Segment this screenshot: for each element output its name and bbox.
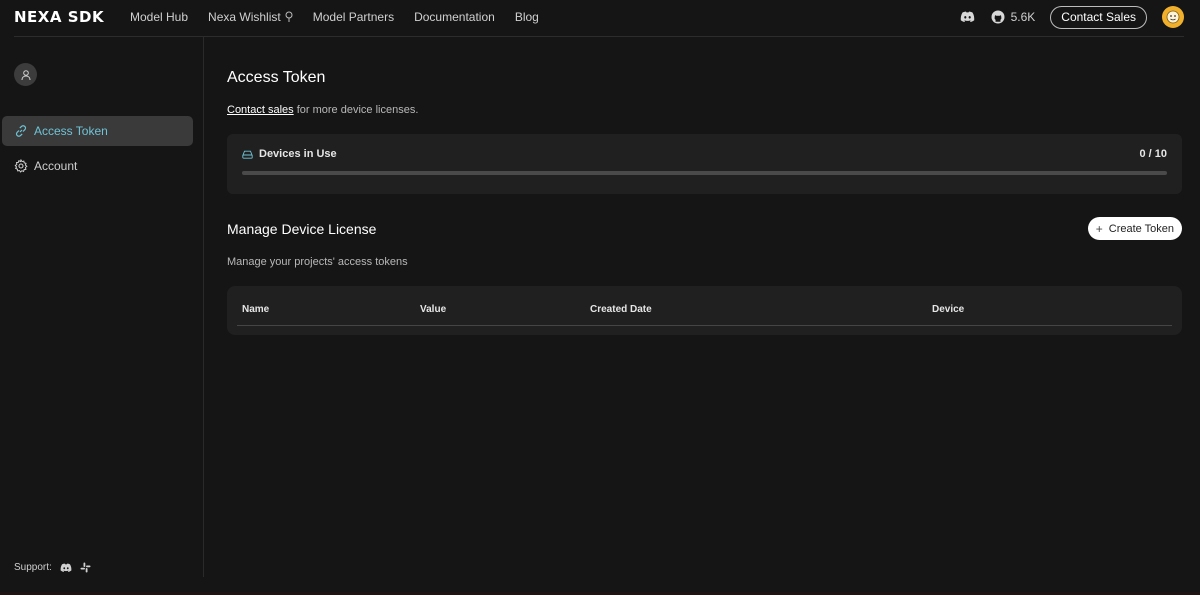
manage-device-license-title: Manage Device License — [227, 221, 377, 237]
sidebar-item-account[interactable]: Account — [2, 151, 193, 181]
nav-model-hub[interactable]: Model Hub — [130, 9, 188, 25]
support-discord-icon[interactable] — [60, 563, 72, 573]
main-nav: Model Hub Nexa Wishlist Model Partners D… — [130, 9, 559, 25]
nav-model-partners[interactable]: Model Partners — [313, 9, 394, 25]
tokens-table: Name Value Created Date Device — [227, 286, 1182, 335]
nav-nexa-wishlist[interactable]: Nexa Wishlist — [208, 9, 293, 25]
devices-count: 0 / 10 — [1139, 148, 1167, 160]
top-header: NEXA SDK Model Hub Nexa Wishlist Model P… — [0, 0, 1200, 36]
create-token-button[interactable]: + Create Token — [1087, 217, 1182, 240]
column-header-name[interactable]: Name — [242, 304, 269, 315]
devices-in-use-card: Devices in Use 0 / 10 — [227, 134, 1182, 194]
nexa-sdk-logo[interactable]: NEXA SDK — [14, 9, 104, 25]
discord-icon[interactable] — [960, 11, 975, 23]
user-avatar-top[interactable] — [1162, 6, 1184, 28]
sidebar-user-avatar[interactable] — [14, 63, 37, 86]
sidebar: Access Token Account Support: — [0, 37, 204, 577]
hard-drive-icon — [242, 150, 253, 159]
contact-sales-button[interactable]: Contact Sales — [1050, 5, 1147, 29]
column-header-created-date[interactable]: Created Date — [590, 304, 652, 315]
github-stars-link[interactable]: 5.6K — [991, 10, 1035, 24]
page-title: Access Token — [227, 69, 326, 86]
column-header-device[interactable]: Device — [932, 304, 964, 315]
contact-sales-line: Contact sales for more device licenses. — [227, 104, 419, 116]
plus-icon: + — [1095, 221, 1103, 236]
github-icon — [991, 10, 1005, 24]
devices-label: Devices in Use — [242, 148, 337, 160]
gear-icon — [14, 159, 28, 173]
nav-documentation[interactable]: Documentation — [414, 9, 495, 25]
manage-subtitle: Manage your projects' access tokens — [227, 256, 408, 268]
link-icon — [15, 125, 27, 137]
contact-sales-link[interactable]: Contact sales — [227, 104, 294, 116]
user-icon — [21, 69, 30, 80]
lightbulb-icon — [285, 11, 293, 22]
support-links: Support: — [14, 562, 91, 573]
nav-blog[interactable]: Blog — [515, 9, 539, 25]
support-slack-icon[interactable] — [80, 562, 91, 573]
sidebar-item-access-token[interactable]: Access Token — [2, 116, 193, 146]
column-header-value[interactable]: Value — [420, 304, 446, 315]
header-actions: 5.6K Contact Sales — [960, 5, 1184, 29]
devices-progress-bar — [242, 171, 1167, 175]
avatar-face-icon — [1166, 10, 1180, 24]
tokens-table-header: Name Value Created Date Device — [237, 286, 1172, 326]
